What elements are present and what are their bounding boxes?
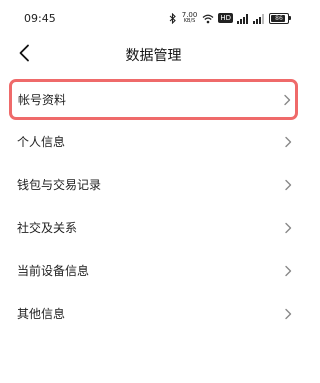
menu-item-social-relations[interactable]: 社交及关系 [0,206,307,249]
menu-item-personal-info[interactable]: 个人信息 [0,120,307,163]
battery-icon: 86 [269,12,291,24]
menu-item-wallet-transactions[interactable]: 钱包与交易记录 [0,163,307,206]
bluetooth-icon [169,9,177,28]
chevron-right-icon [285,179,292,190]
battery-level: 86 [275,14,283,22]
signal-icon [237,9,249,28]
chevron-right-icon [285,308,292,319]
network-speed: 7.00 KB/S [182,12,198,25]
signal-icon-2 [253,9,265,28]
chevron-right-icon [284,94,291,105]
page-title: 数据管理 [125,48,182,64]
menu-item-label: 帐号资料 [18,93,67,107]
chevron-right-icon [285,265,292,276]
status-time: 09:45 [24,12,56,25]
top-bar: 数据管理 [0,36,307,70]
data-menu-list: 帐号资料 个人信息 钱包与交易记录 社交及关系 当前设备信息 其他信息 [0,79,307,335]
menu-item-account-profile[interactable]: 帐号资料 [9,79,298,120]
menu-item-label: 社交及关系 [17,221,78,235]
menu-item-other-info[interactable]: 其他信息 [0,292,307,335]
chevron-right-icon [285,222,292,233]
menu-item-label: 其他信息 [17,307,66,321]
network-speed-unit: KB/S [183,18,196,24]
status-icons: 7.00 KB/S HD 86 [169,11,291,25]
hd-badge: HD [218,13,233,23]
menu-item-label: 个人信息 [17,135,66,149]
menu-item-label: 钱包与交易记录 [17,178,102,192]
wifi-icon [202,9,214,28]
back-arrow-icon [19,44,29,62]
chevron-right-icon [285,136,292,147]
back-button[interactable] [12,40,36,66]
status-bar: 09:45 7.00 KB/S HD 86 [0,0,307,36]
menu-item-current-device-info[interactable]: 当前设备信息 [0,249,307,292]
menu-item-label: 当前设备信息 [17,264,90,278]
